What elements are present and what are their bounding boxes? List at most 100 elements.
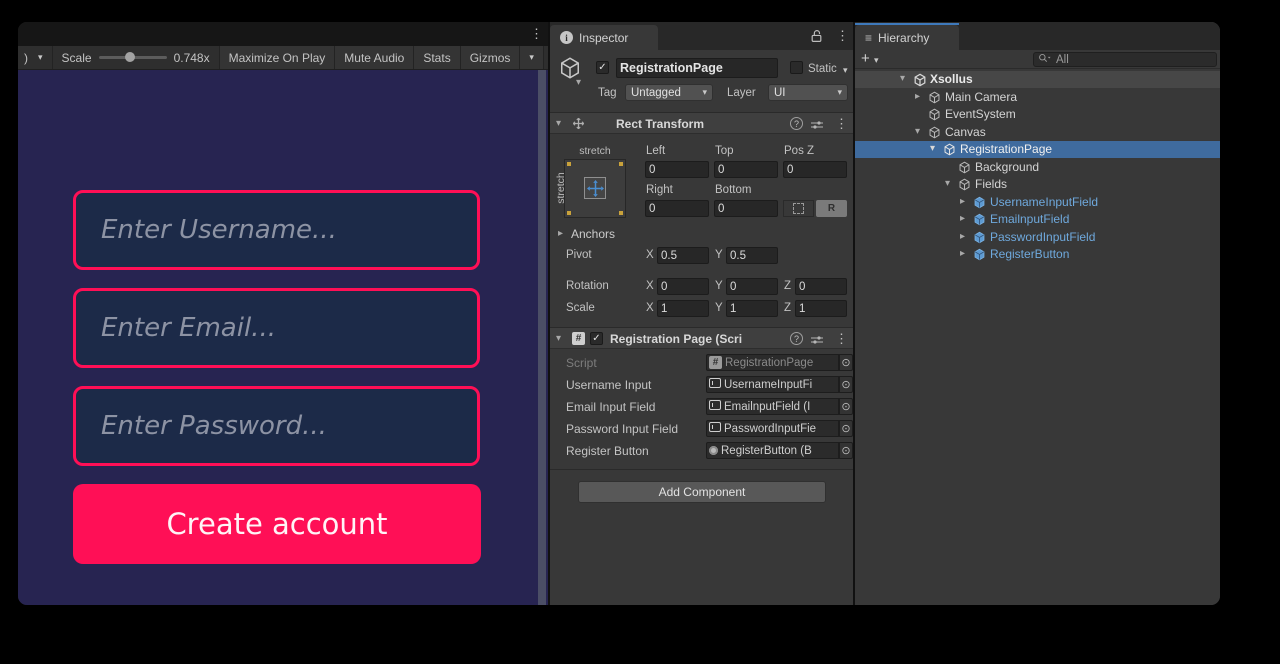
tree-item-label: UsernameInputField — [990, 195, 1098, 209]
inspector-menu-icon[interactable]: ⋮ — [836, 29, 849, 42]
username-input-field[interactable] — [73, 190, 480, 270]
help-icon[interactable]: ? — [790, 332, 803, 345]
foldout-arrow[interactable]: ▸ — [960, 214, 970, 224]
tree-row-prefab[interactable]: ▸ UsernameInputField — [855, 194, 1220, 211]
tag-dropdown[interactable]: Untagged ▾ — [625, 84, 713, 101]
active-checkbox[interactable]: ✓ — [596, 61, 609, 74]
tree-row[interactable]: ▾ Fields — [855, 176, 1220, 193]
scale-slider-group: Scale 0.748x — [53, 46, 220, 69]
foldout-arrow[interactable]: ▸ — [915, 92, 925, 102]
presets-icon[interactable] — [811, 119, 823, 133]
raw-edit-mode-button[interactable]: R — [816, 200, 847, 217]
lock-icon[interactable] — [810, 29, 823, 46]
game-vertical-scrollbar[interactable] — [538, 70, 546, 605]
gameobject-icon-caret[interactable]: ▾ — [576, 78, 586, 88]
tab-inspector[interactable]: i Inspector — [550, 25, 658, 50]
foldout-arrow[interactable]: ▸ — [960, 249, 970, 259]
blueprint-mode-button[interactable] — [783, 200, 814, 217]
left-field[interactable] — [645, 161, 709, 178]
foldout-arrow[interactable]: ▾ — [915, 127, 925, 137]
component-enabled-checkbox[interactable]: ✓ — [590, 332, 603, 345]
create-dropdown-icon[interactable]: ▾ — [874, 56, 879, 65]
username-input[interactable] — [76, 193, 477, 267]
tree-row[interactable]: EventSystem — [855, 106, 1220, 123]
foldout-arrow[interactable]: ▾ — [556, 119, 566, 129]
tree-row-prefab[interactable]: ▸ RegisterButton — [855, 246, 1220, 263]
rect-transform-header[interactable]: ▾ Rect Transform ? ⋮ — [550, 112, 853, 134]
gizmos-button[interactable]: Gizmos — [461, 46, 521, 69]
foldout-arrow[interactable]: ▾ — [945, 179, 955, 189]
hierarchy-search-field[interactable]: All — [1033, 52, 1217, 67]
register-button-object-field[interactable]: RegisterButton (B — [706, 442, 839, 459]
tree-row-prefab[interactable]: ▸ EmailnputField — [855, 211, 1220, 228]
component-menu-icon[interactable]: ⋮ — [835, 332, 848, 345]
password-input-field[interactable] — [73, 386, 480, 466]
foldout-arrow[interactable]: ▸ — [960, 232, 970, 242]
component-menu-icon[interactable]: ⋮ — [835, 117, 848, 130]
gizmos-dropdown[interactable]: ▾ — [520, 46, 544, 69]
help-icon[interactable]: ? — [790, 117, 803, 130]
presets-icon[interactable] — [811, 334, 823, 348]
tree-row-scene[interactable]: ▾ Xsollus — [855, 71, 1220, 88]
unity-editor-screenshot: ⋮ ) ▾ Scale 0.748x Maximize On Play Mute… — [0, 0, 1280, 664]
scale-slider[interactable] — [99, 56, 167, 59]
script-component-header[interactable]: ▾ # ✓ Registration Page (Scri ? ⋮ — [550, 327, 853, 349]
object-picker-icon[interactable]: ⊙ — [839, 398, 853, 415]
username-object-field[interactable]: UsernameInputFi — [706, 376, 839, 393]
object-picker-icon[interactable]: ⊙ — [839, 442, 853, 459]
game-pane-menu-icon[interactable]: ⋮ — [530, 27, 543, 40]
object-picker-icon[interactable]: ⊙ — [839, 376, 853, 393]
pivot-x-field[interactable] — [657, 247, 709, 264]
display-dropdown[interactable]: ) ▾ — [18, 46, 53, 69]
anchor-dot — [567, 162, 571, 166]
email-input[interactable] — [76, 291, 477, 365]
scale-slider-knob[interactable] — [125, 52, 135, 62]
gameobject-icon — [928, 126, 941, 142]
posz-field[interactable] — [783, 161, 847, 178]
chevron-down-icon: ▾ — [38, 53, 43, 62]
object-picker-icon[interactable]: ⊙ — [839, 420, 853, 437]
object-picker-icon[interactable]: ⊙ — [839, 354, 853, 371]
tree-row-selected[interactable]: ▾ RegistrationPage — [855, 141, 1220, 158]
tree-row-prefab[interactable]: ▸ PasswordInputField — [855, 229, 1220, 246]
anchor-dot — [567, 211, 571, 215]
gameobject-name-field[interactable] — [616, 58, 778, 78]
tab-hierarchy[interactable]: ≡ Hierarchy — [855, 25, 959, 50]
layer-dropdown[interactable]: UI ▾ — [768, 84, 848, 101]
scale-z-field[interactable] — [795, 300, 847, 317]
mute-audio-button[interactable]: Mute Audio — [335, 46, 414, 69]
password-input[interactable] — [76, 389, 477, 463]
stats-button[interactable]: Stats — [414, 46, 460, 69]
scale-x-field[interactable] — [657, 300, 709, 317]
foldout-arrow[interactable]: ▾ — [900, 74, 910, 84]
foldout-arrow[interactable]: ▾ — [556, 334, 566, 344]
foldout-arrow[interactable]: ▾ — [930, 144, 940, 154]
email-object-field[interactable]: EmailnputField (I — [706, 398, 839, 415]
scale-y-field[interactable] — [726, 300, 778, 317]
scale-value: 0.748x — [174, 51, 210, 65]
rotation-z-field[interactable] — [795, 278, 847, 295]
add-component-button[interactable]: Add Component — [578, 481, 826, 503]
left-label: Left — [646, 145, 665, 157]
tree-row[interactable]: ▾ Canvas — [855, 124, 1220, 141]
scale-label: Scale — [566, 302, 595, 314]
static-dropdown-icon[interactable]: ▾ — [843, 66, 848, 75]
foldout-arrow[interactable]: ▸ — [960, 197, 970, 207]
email-input-field[interactable] — [73, 288, 480, 368]
password-object-field[interactable]: PasswordInputFie — [706, 420, 839, 437]
rotation-x-field[interactable] — [657, 278, 709, 295]
bottom-field[interactable] — [714, 200, 778, 217]
script-object-field[interactable]: # RegistrationPage — [706, 354, 839, 371]
maximize-on-play-button[interactable]: Maximize On Play — [220, 46, 336, 69]
top-field[interactable] — [714, 161, 778, 178]
create-account-button[interactable]: Create account — [73, 484, 481, 564]
anchor-preset-widget[interactable] — [564, 159, 626, 218]
create-button[interactable]: + — [861, 50, 870, 67]
tree-row[interactable]: ▸ Main Camera — [855, 89, 1220, 106]
pivot-y-field[interactable] — [726, 247, 778, 264]
static-checkbox[interactable] — [790, 61, 803, 74]
tree-row[interactable]: Background — [855, 159, 1220, 176]
anchors-foldout-arrow[interactable]: ▸ — [558, 229, 568, 239]
rotation-y-field[interactable] — [726, 278, 778, 295]
right-field[interactable] — [645, 200, 709, 217]
